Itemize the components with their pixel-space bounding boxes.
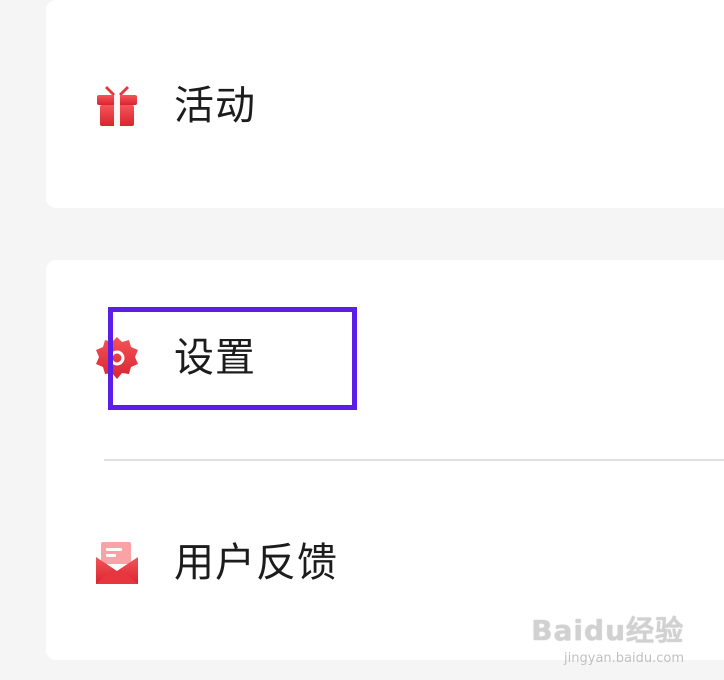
menu-item-label: 活动 — [174, 83, 256, 129]
divider — [104, 459, 724, 461]
menu-item-settings[interactable]: 设置 — [92, 323, 256, 393]
mail-icon — [92, 538, 142, 588]
watermark-logo: Baidu经验 — [531, 614, 684, 647]
page: 活动 设置 用户反馈 Baidu经验 jingyan.baidu.com — [0, 0, 724, 680]
menu-item-activity[interactable]: 活动 — [92, 71, 256, 141]
menu-item-label: 用户反馈 — [174, 540, 338, 586]
menu-item-feedback[interactable]: 用户反馈 — [92, 528, 338, 598]
menu-item-label: 设置 — [174, 335, 256, 381]
gift-icon — [92, 81, 142, 131]
gear-icon — [92, 333, 142, 383]
watermark-url: jingyan.baidu.com — [564, 651, 684, 666]
watermark: Baidu经验 jingyan.baidu.com — [531, 609, 684, 666]
